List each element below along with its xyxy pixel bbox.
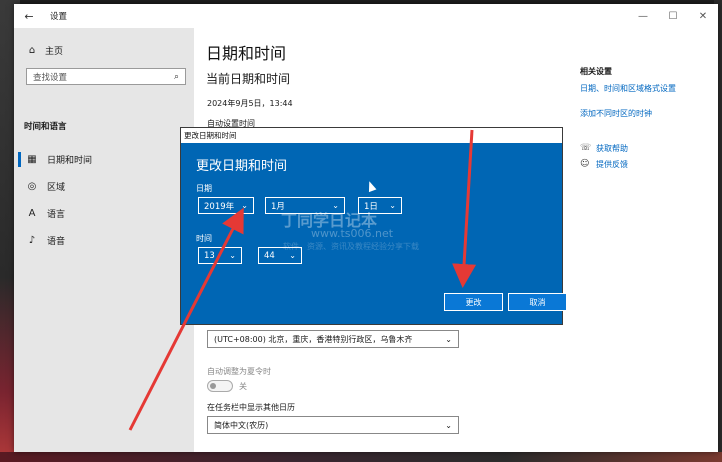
related-link-add-clocks[interactable]: 添加不同时区的时钟: [580, 108, 716, 119]
chevron-down-icon: ⌄: [445, 334, 452, 344]
timezone-select[interactable]: (UTC+08:00) 北京，重庆，香港特别行政区，乌鲁木齐 ⌄: [207, 330, 459, 348]
back-arrow-icon[interactable]: ←: [18, 10, 40, 23]
sidebar-item-label: 语音: [47, 237, 66, 247]
search-placeholder: 查找设置: [33, 72, 68, 83]
related-heading: 相关设置: [580, 67, 612, 76]
change-button[interactable]: 更改: [444, 293, 503, 311]
search-input[interactable]: 查找设置 ⌕: [26, 68, 186, 85]
help-chat-icon: ☏: [580, 143, 592, 153]
change-datetime-dialog: 更改日期和时间 更改日期和时间 日期 2019年 ⌄ 1月 ⌄ 1日 ⌄ 时间 …: [180, 127, 567, 325]
calendar-label: 在任务栏中显示其他日历: [207, 403, 295, 412]
globe-icon: ◎: [27, 181, 37, 192]
sidebar-section-title: 时间和语言: [24, 122, 67, 132]
window-controls: — ☐ ✕: [628, 4, 718, 28]
language-icon: A: [28, 208, 36, 219]
feedback-link[interactable]: ☺ 提供反馈: [580, 156, 628, 172]
calendar-icon: ▦: [27, 154, 37, 165]
date-label: 日期: [196, 184, 212, 193]
maximize-button[interactable]: ☐: [658, 4, 688, 28]
dst-toggle[interactable]: [207, 380, 233, 392]
timezone-value: (UTC+08:00) 北京，重庆，香港特别行政区，乌鲁木齐: [214, 334, 413, 344]
sidebar-item-date-time[interactable]: ▦ 日期和时间: [14, 146, 194, 173]
hour-value: 13: [204, 250, 215, 261]
calendar-value: 简体中文(农历): [214, 420, 269, 430]
watermark-url: www.ts006.net: [311, 227, 394, 240]
get-help-link[interactable]: ☏ 获取帮助: [580, 140, 628, 156]
related-settings: 相关设置 日期、时间和区域格式设置 添加不同时区的时钟: [580, 66, 716, 133]
dst-label: 自动调整为夏令时: [207, 367, 271, 376]
chevron-down-icon: ⌄: [289, 251, 296, 260]
section-title: 当前日期和时间: [206, 72, 291, 86]
sidebar-home-label: 主页: [45, 47, 64, 57]
chevron-down-icon: ⌄: [229, 251, 236, 260]
minute-value: 44: [264, 250, 275, 261]
microphone-icon: ♪: [28, 235, 36, 246]
mouse-cursor-icon: [365, 179, 377, 193]
year-select[interactable]: 2019年 ⌄: [198, 197, 254, 214]
title-bar: ← 设置: [14, 4, 718, 28]
year-value: 2019年: [204, 201, 235, 212]
window-title: 设置: [50, 12, 68, 22]
dialog-body: 更改日期和时间 日期 2019年 ⌄ 1月 ⌄ 1日 ⌄ 时间 13 ⌄ 44 …: [181, 143, 567, 324]
help-links: ☏ 获取帮助 ☺ 提供反馈: [580, 140, 628, 172]
time-label: 时间: [196, 234, 212, 243]
sidebar-item-language[interactable]: A 语言: [14, 200, 194, 227]
related-link-region-format[interactable]: 日期、时间和区域格式设置: [580, 83, 716, 94]
sidebar-home[interactable]: ⌂ 主页: [26, 44, 63, 57]
dialog-title-bar: 更改日期和时间: [181, 128, 562, 143]
sidebar-nav: ▦ 日期和时间 ◎ 区域 A 语言 ♪ 语音: [14, 146, 194, 254]
chevron-down-icon: ⌄: [445, 420, 452, 430]
hour-select[interactable]: 13 ⌄: [198, 247, 242, 264]
desktop-bottom-strip: [0, 452, 722, 462]
sidebar-item-speech[interactable]: ♪ 语音: [14, 227, 194, 254]
feedback-label: 提供反馈: [596, 159, 628, 169]
get-help-label: 获取帮助: [596, 143, 628, 153]
calendar-select[interactable]: 简体中文(农历) ⌄: [207, 416, 459, 434]
feedback-icon: ☺: [580, 159, 590, 169]
sidebar-item-label: 区域: [47, 183, 66, 193]
close-button[interactable]: ✕: [688, 4, 718, 28]
sidebar-item-region[interactable]: ◎ 区域: [14, 173, 194, 200]
current-datetime: 2024年9月5日，13:44: [207, 99, 293, 108]
dst-toggle-text: 关: [239, 382, 247, 391]
watermark-description: 软件、资源、资讯及教程经验分享下载: [283, 242, 419, 251]
sidebar: ⌂ 主页 查找设置 ⌕ 时间和语言 ▦ 日期和时间 ◎ 区域 A 语言 ♪ 语音: [14, 28, 194, 452]
page-title: 日期和时间: [206, 44, 287, 63]
search-icon: ⌕: [173, 71, 179, 82]
dialog-heading: 更改日期和时间: [196, 159, 288, 174]
cancel-button[interactable]: 取消: [508, 293, 567, 311]
minimize-button[interactable]: —: [628, 4, 658, 28]
sidebar-item-label: 日期和时间: [47, 156, 93, 166]
chevron-down-icon: ⌄: [241, 201, 248, 210]
sidebar-item-label: 语言: [47, 210, 66, 220]
chevron-down-icon: ⌄: [389, 201, 396, 210]
home-icon: ⌂: [28, 45, 36, 56]
